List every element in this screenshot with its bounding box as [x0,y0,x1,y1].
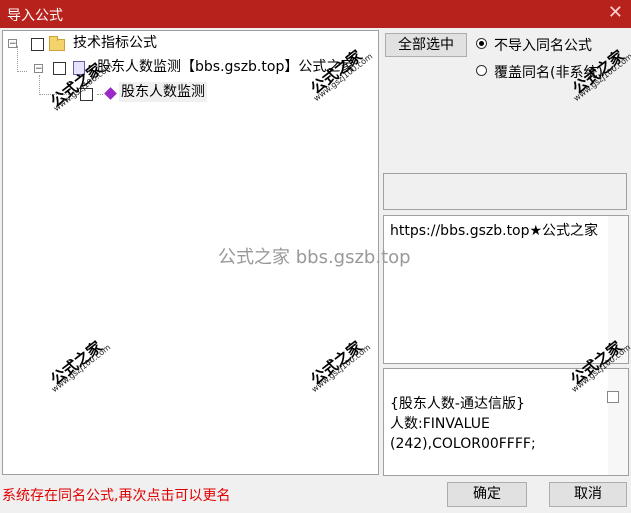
center-watermark: 公式之家 bbs.gszb.top [218,247,411,268]
code-text: {股东人数-通达信版} 人数:FINVALUE (242),COLOR00FFF… [390,396,536,452]
collapse-icon[interactable]: − [8,39,17,49]
cancel-button[interactable]: 取消 [549,482,627,507]
window-title: 导入公式 [7,8,63,24]
title-bar: 导入公式 ✕ [0,0,631,28]
ok-button[interactable]: 确定 [447,482,527,507]
group-checkbox[interactable] [53,62,66,75]
code-scrollbar[interactable] [608,369,628,475]
tree-node-root[interactable]: − 技术指标公式 [3,33,363,53]
tree-node-label: 股东人数监测 [119,82,207,102]
status-message: 系统存在同名公式,再次点击可以更名 [2,488,231,504]
close-icon[interactable]: ✕ [608,2,623,23]
code-checkbox[interactable] [607,391,619,403]
collapse-icon[interactable]: − [34,64,43,74]
tree-node-group[interactable]: − 股东人数监测【bbs.gszb.top】公式之家 [3,57,363,77]
description-box[interactable]: https://bbs.gszb.top★公式之家 [383,215,629,364]
formula-diamond-icon [104,87,117,100]
name-field[interactable] [383,173,627,210]
folder-icon [49,36,65,51]
tree-node-label: 技术指标公式 [73,35,157,51]
select-all-button[interactable]: 全部选中 [385,33,467,57]
root-checkbox[interactable] [31,38,44,51]
skip-duplicate-radio[interactable] [476,38,487,49]
overwrite-radio[interactable] [476,65,487,76]
code-box[interactable]: {股东人数-通达信版} 人数:FINVALUE (242),COLOR00FFF… [383,368,629,476]
description-text: https://bbs.gszb.top★公式之家 [390,223,599,239]
skip-duplicate-label: 不导入同名公式 [494,38,592,54]
